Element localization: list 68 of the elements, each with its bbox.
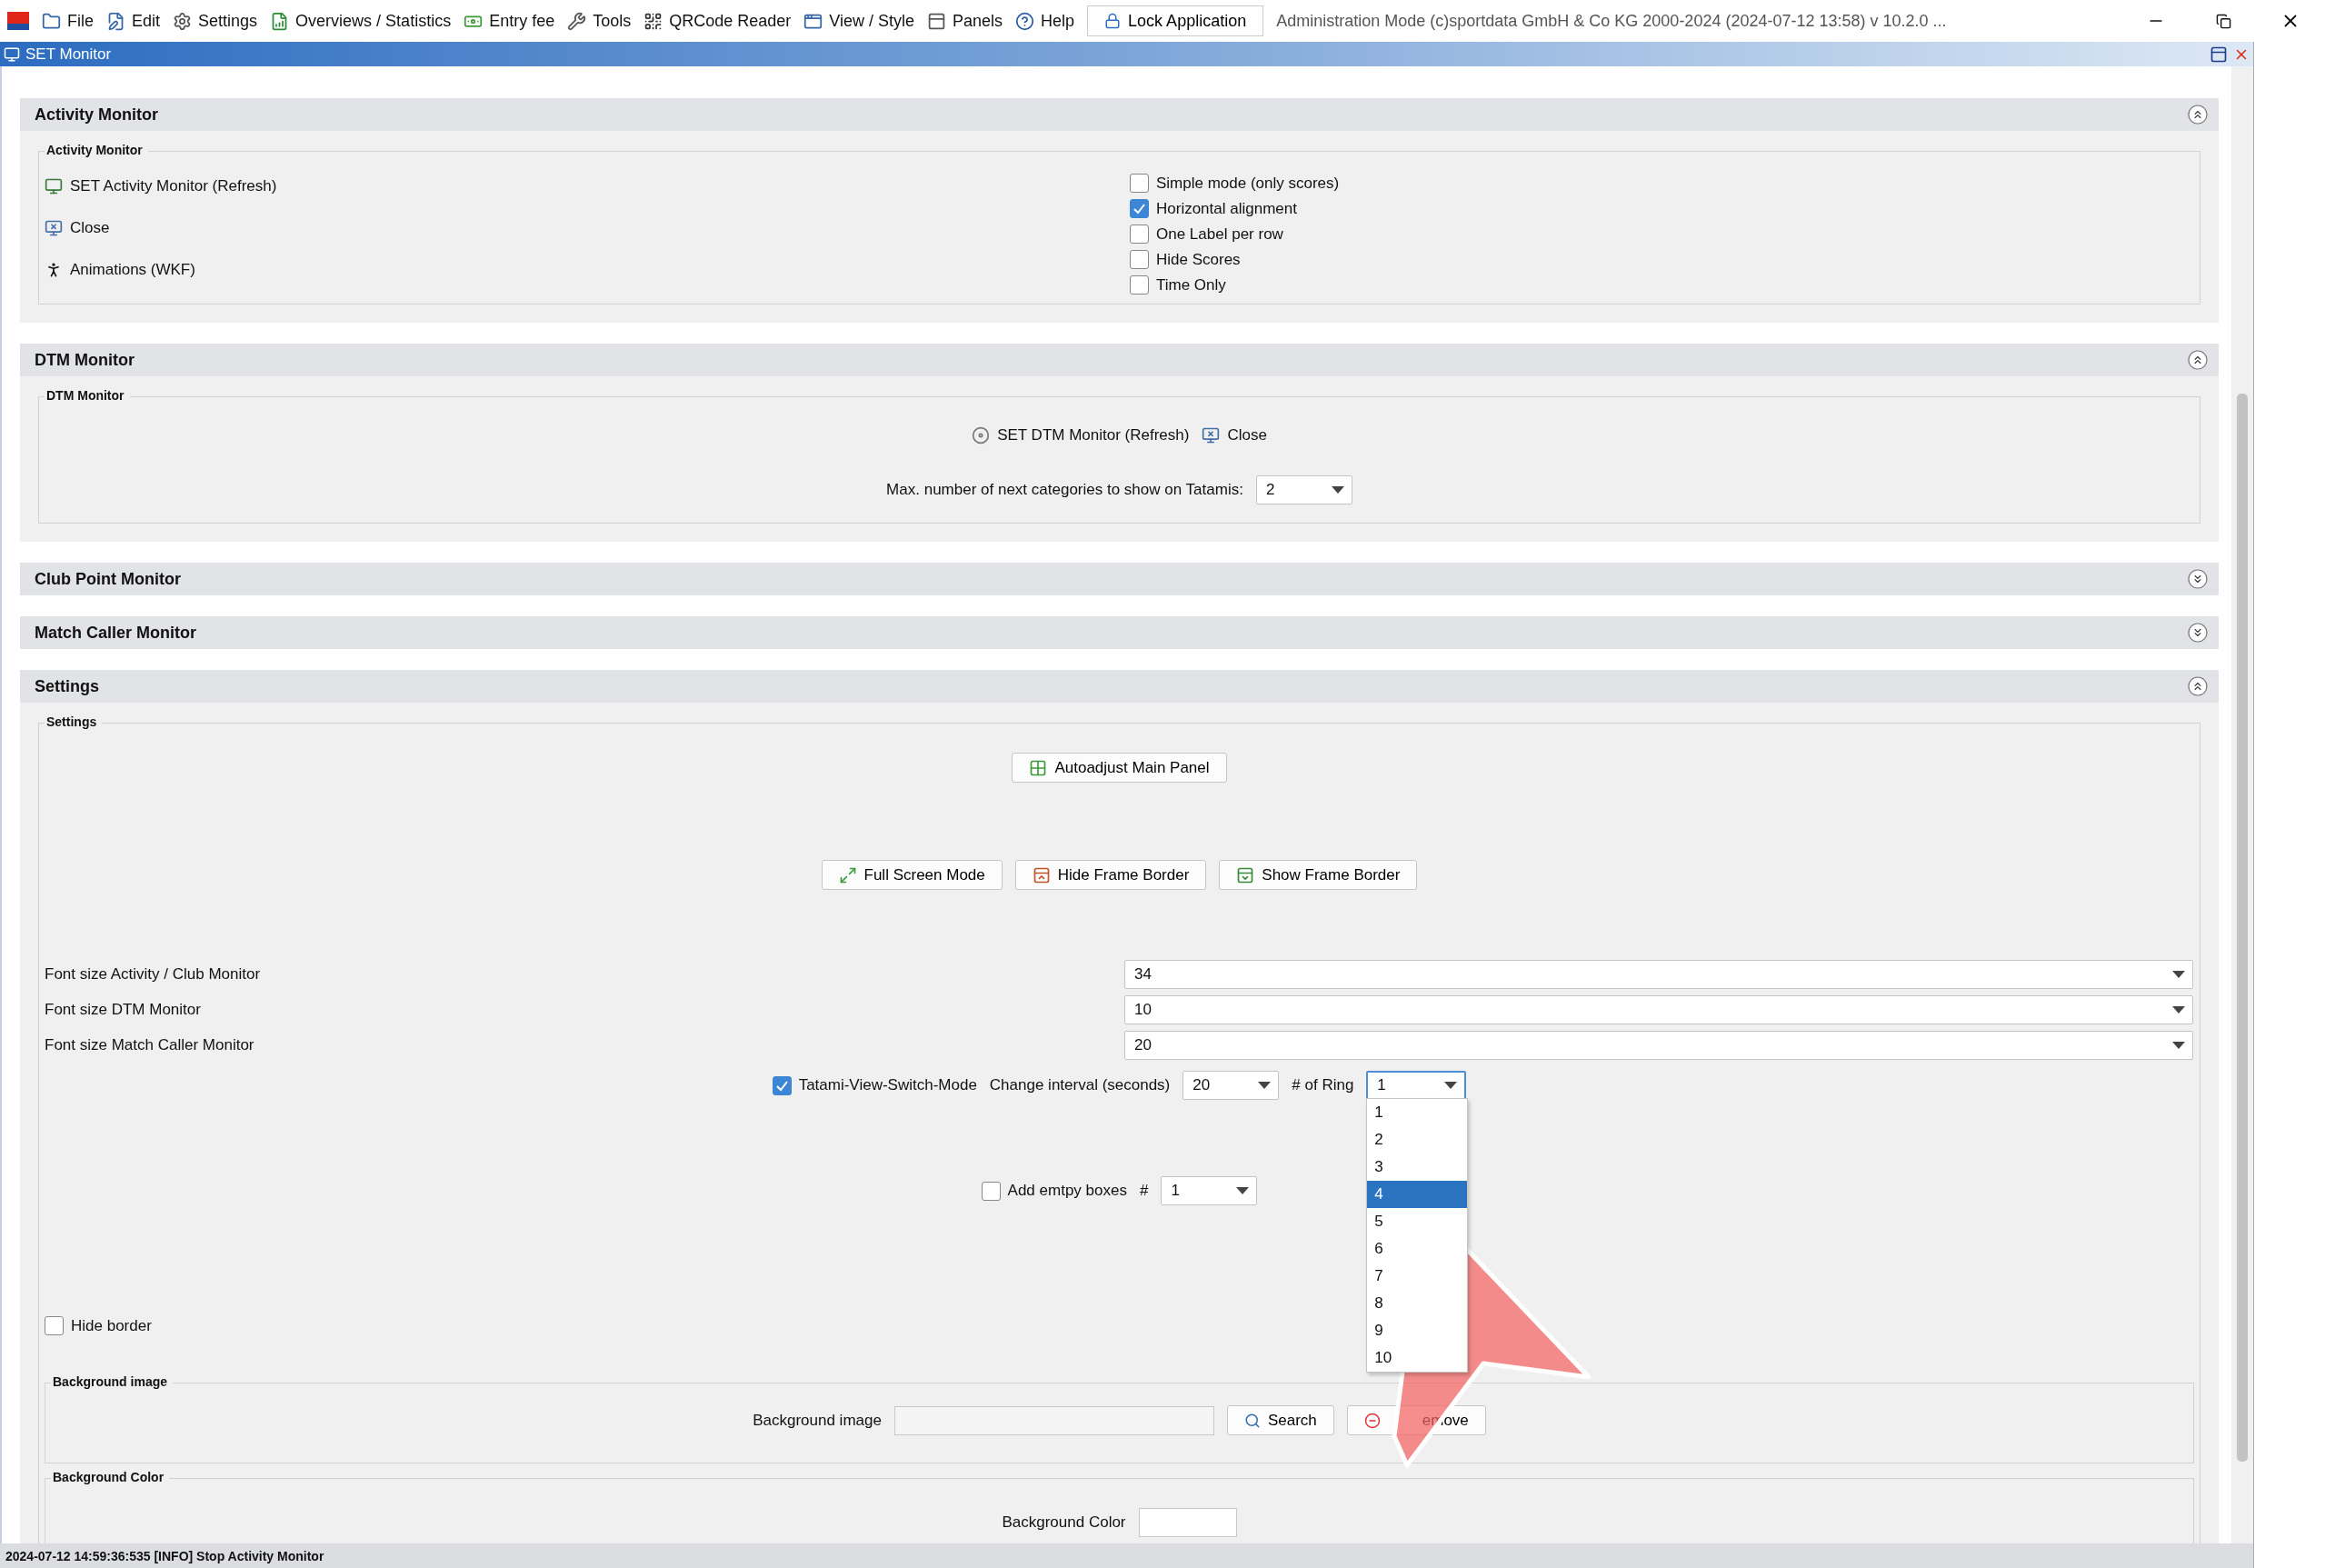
- dropdown-option[interactable]: 2: [1367, 1126, 1468, 1154]
- menu-item[interactable]: File: [42, 11, 94, 31]
- dropdown-field[interactable]: 10: [1124, 995, 2193, 1024]
- monitor-action-link[interactable]: SET DTM Monitor (Refresh): [972, 426, 1190, 444]
- background-color-label: Background Color: [1002, 1513, 1126, 1532]
- frame-button[interactable]: Hide Frame Border: [1014, 860, 1207, 890]
- menu-item[interactable]: Edit: [106, 11, 161, 31]
- dropdown-option[interactable]: 4: [1367, 1181, 1468, 1208]
- count-label: #: [1139, 1182, 1149, 1200]
- font-size-label: Font size Match Caller Monitor: [45, 1036, 255, 1054]
- section-header[interactable]: Settings: [20, 670, 2219, 703]
- menu-item[interactable]: Overviews / Statistics: [270, 11, 452, 31]
- option-label: Time Only: [1156, 275, 1226, 295]
- ring-label: # of Ring: [1292, 1076, 1354, 1094]
- dropdown-option[interactable]: 8: [1367, 1290, 1468, 1317]
- app-info-text: Administration Mode (c)sportdata GmbH & Co KG 2000-2024 (2024-07-12 13:58) v 10.2.0 ...: [1276, 11, 1947, 31]
- font-size-label: Font size Activity / Club Monitor: [45, 965, 262, 984]
- menu-item[interactable]: Help: [1015, 11, 1075, 31]
- background-image-label: Background image: [753, 1411, 882, 1430]
- font-size-label: Font size DTM Monitor: [45, 1001, 202, 1019]
- frame-button[interactable]: Full Screen Mode: [821, 860, 1003, 890]
- dropdown-option[interactable]: 10: [1367, 1344, 1468, 1372]
- group-title: Background image: [51, 1374, 174, 1389]
- interval-label: Change interval (seconds): [989, 1076, 1171, 1094]
- group-title: Background Color: [51, 1470, 170, 1484]
- option-label: Horizontal alignment: [1156, 199, 1297, 218]
- dropdown-field[interactable]: 1: [1366, 1071, 1467, 1100]
- monitor-action-link[interactable]: Animations (WKF): [45, 261, 1130, 279]
- menu-item[interactable]: Tools: [567, 11, 632, 31]
- menu-item[interactable]: Entry fee: [464, 11, 555, 31]
- option-label: Simple mode (only scores): [1156, 174, 1340, 193]
- monitor-action-link[interactable]: Close: [1202, 426, 1267, 444]
- dropdown-option[interactable]: 5: [1367, 1208, 1468, 1235]
- dropdown-field[interactable]: 34: [1124, 960, 2193, 989]
- dropdown-option[interactable]: 6: [1367, 1235, 1468, 1263]
- section-header[interactable]: DTM Monitor: [20, 344, 2219, 376]
- section-header[interactable]: Club Point Monitor: [20, 563, 2219, 595]
- search-button[interactable]: Search: [1226, 1405, 1334, 1435]
- empty-boxes-label: Add emtpy boxes: [1007, 1182, 1127, 1200]
- monitor-action-link[interactable]: Close: [45, 219, 1130, 237]
- autoadjust-button[interactable]: Autoadjust Main Panel: [1012, 753, 1227, 783]
- lock-button[interactable]: Lock Application: [1087, 5, 1264, 36]
- dropdown-field[interactable]: 2: [1255, 475, 1352, 504]
- dropdown-option[interactable]: 3: [1367, 1154, 1468, 1181]
- menu-item[interactable]: QRCode Reader: [644, 11, 792, 31]
- dropdown-field[interactable]: 20: [1124, 1031, 2193, 1060]
- monitor-action-link[interactable]: SET Activity Monitor (Refresh): [45, 177, 1130, 195]
- status-text: 2024-07-12 14:59:36:535 [INFO] Stop Activity Monitor: [5, 1548, 324, 1563]
- option-label: One Label per row: [1156, 225, 1283, 244]
- tatami-label: Tatami-View-Switch-Mode: [798, 1076, 977, 1094]
- dropdown-option[interactable]: 7: [1367, 1263, 1468, 1290]
- section-header[interactable]: Activity Monitor: [20, 98, 2219, 131]
- dropdown-option[interactable]: 1: [1367, 1099, 1468, 1126]
- group-title: Activity Monitor: [45, 143, 148, 157]
- menu-item[interactable]: View / Style: [803, 11, 914, 31]
- hide-border-label: Hide border: [71, 1316, 152, 1335]
- window-title: SET Monitor: [25, 45, 112, 64]
- menu-item[interactable]: Settings: [173, 11, 258, 31]
- dropdown-field[interactable]: 20: [1182, 1071, 1280, 1100]
- dropdown-field[interactable]: 1: [1161, 1176, 1258, 1205]
- section-header[interactable]: Match Caller Monitor: [20, 616, 2219, 649]
- menu-item[interactable]: Panels: [927, 11, 1003, 31]
- group-title: DTM Monitor: [45, 388, 130, 403]
- option-label: Hide Scores: [1156, 250, 1241, 269]
- frame-button[interactable]: Show Frame Border: [1219, 860, 1418, 890]
- dropdown-option[interactable]: 9: [1367, 1317, 1468, 1344]
- group-title: Settings: [45, 714, 103, 729]
- max-categories-label: Max. number of next categories to show on Tatamis:: [886, 481, 1243, 499]
